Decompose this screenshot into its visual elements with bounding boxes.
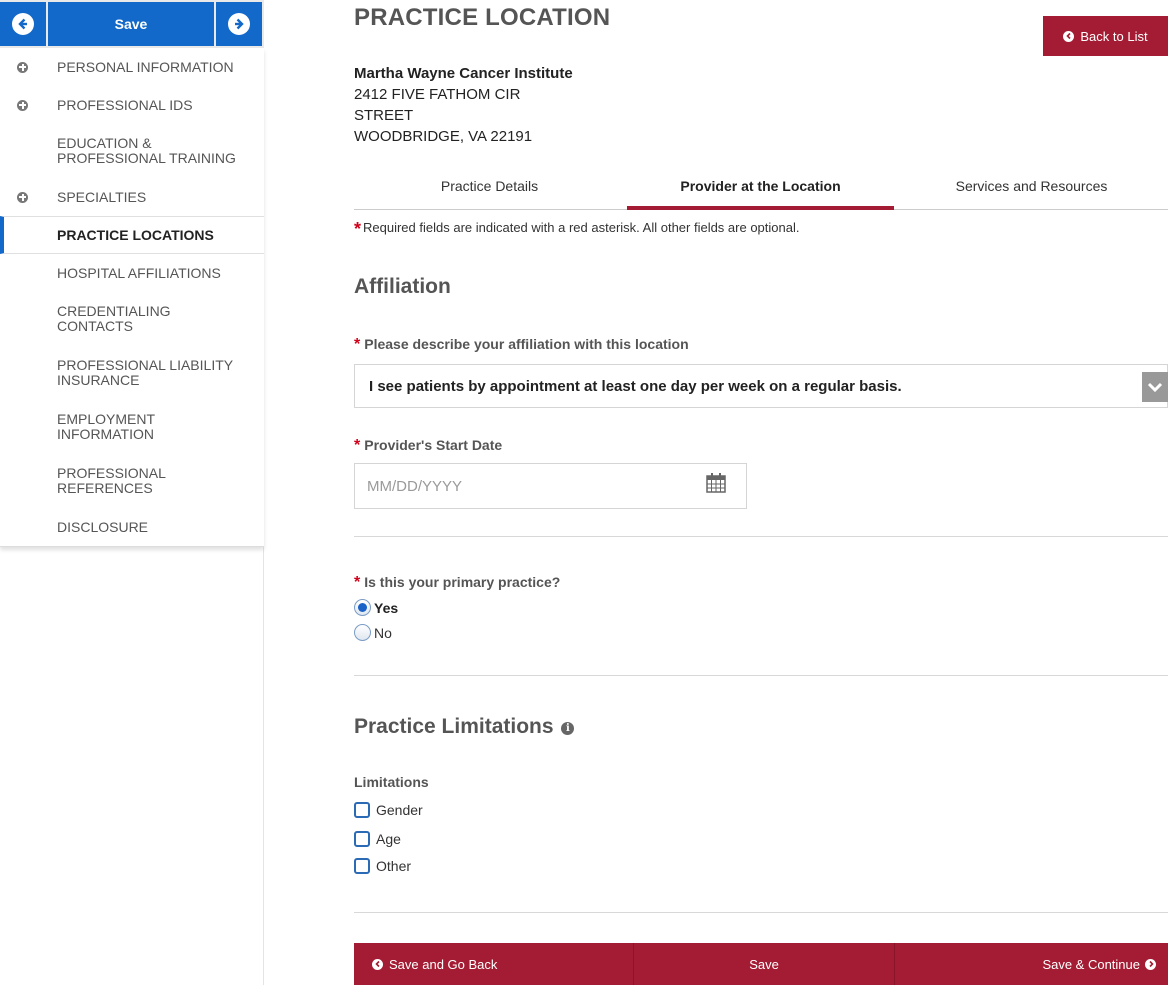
affiliation-select[interactable]: I see patients by appointment at least o… — [354, 364, 1168, 408]
checkbox-label-gender: Gender — [376, 802, 423, 818]
save-and-continue-button[interactable]: Save & Continue — [894, 943, 1168, 985]
affiliation-describe-text: Please describe your affiliation with th… — [364, 336, 689, 352]
checkbox-label-age: Age — [376, 831, 401, 847]
affiliation-section-title: Affiliation — [354, 275, 451, 298]
tab-practice-details[interactable]: Practice Details — [354, 172, 625, 209]
save-and-go-back-label: Save and Go Back — [389, 956, 498, 972]
sidebar: Save PERSONAL INFORMATION PROFESSIONAL I… — [0, 0, 264, 985]
limitations-group-label: Limitations — [354, 774, 429, 790]
practice-limitations-text: Practice Limitations — [354, 715, 554, 738]
sidebar-item-professional-ids[interactable]: PROFESSIONAL IDS — [0, 86, 264, 124]
sidebar-item-label: CREDENTIALING CONTACTS — [57, 303, 171, 334]
back-to-list-button[interactable]: Back to List — [1043, 16, 1168, 56]
required-note-text: Required fields are indicated with a red… — [363, 220, 800, 235]
expand-plus-icon — [17, 191, 28, 203]
required-asterisk: * — [354, 336, 361, 353]
sidebar-item-label: PROFESSIONAL LIABILITY INSURANCE — [57, 357, 233, 388]
tab-services-and-resources[interactable]: Services and Resources — [896, 172, 1167, 209]
radio-unselected[interactable] — [354, 624, 371, 641]
required-asterisk: * — [354, 219, 362, 239]
sidebar-toolbar: Save — [0, 0, 264, 48]
chevron-left-circle-icon — [1063, 30, 1075, 42]
previous-section-button[interactable] — [0, 2, 46, 46]
start-date-label: * Provider's Start Date — [354, 437, 502, 455]
sidebar-item-label: EDUCATION & PROFESSIONAL TRAINING — [57, 135, 236, 166]
sidebar-item-employment-information[interactable]: EMPLOYMENT INFORMATION — [0, 400, 264, 454]
sidebar-item-hospital-affiliations[interactable]: HOSPITAL AFFILIATIONS — [0, 254, 264, 292]
address-line-2: STREET — [354, 107, 414, 124]
sidebar-item-professional-liability[interactable]: PROFESSIONAL LIABILITY INSURANCE — [0, 346, 264, 400]
required-asterisk: * — [354, 574, 361, 591]
address-line-3: WOODBRIDGE, VA 22191 — [354, 128, 533, 145]
info-icon[interactable]: i — [561, 722, 575, 735]
checkbox[interactable] — [354, 802, 370, 818]
limitation-age-checkbox[interactable]: Age — [354, 831, 401, 847]
back-to-list-label: Back to List — [1080, 28, 1148, 44]
affiliation-selected-value: I see patients by appointment at least o… — [369, 377, 902, 395]
section-divider — [354, 912, 1168, 913]
start-date-input[interactable] — [354, 463, 747, 509]
arrow-right-circle-icon — [228, 13, 250, 35]
sidebar-item-practice-locations[interactable]: PRACTICE LOCATIONS — [0, 216, 264, 254]
save-and-continue-label: Save & Continue — [1042, 956, 1141, 972]
primary-practice-label: * Is this your primary practice? — [354, 574, 560, 592]
required-asterisk: * — [354, 437, 361, 454]
location-tabs: Practice Details Provider at the Locatio… — [354, 172, 1168, 210]
form-action-bar: Save and Go Back Save Save & Continue — [354, 943, 1168, 985]
primary-practice-no-radio[interactable]: No — [354, 624, 392, 641]
checkbox[interactable] — [354, 831, 370, 847]
radio-label-yes: Yes — [374, 599, 399, 616]
sidebar-item-label: EMPLOYMENT INFORMATION — [57, 411, 155, 442]
sidebar-item-education[interactable]: EDUCATION & PROFESSIONAL TRAINING — [0, 124, 264, 178]
sidebar-item-personal-information[interactable]: PERSONAL INFORMATION — [0, 48, 264, 86]
tab-provider-at-location[interactable]: Provider at the Location — [625, 172, 896, 210]
radio-label-no: No — [374, 624, 392, 641]
limitation-other-checkbox[interactable]: Other — [354, 858, 411, 874]
expand-plus-icon — [17, 99, 28, 111]
sidebar-item-specialties[interactable]: SPECIALTIES — [0, 178, 264, 216]
location-address: Martha Wayne Cancer Institute 2412 FIVE … — [354, 63, 573, 147]
radio-selected[interactable] — [354, 599, 371, 616]
next-section-button[interactable] — [216, 2, 262, 46]
save-button[interactable]: Save — [632, 943, 895, 985]
save-and-go-back-button[interactable]: Save and Go Back — [354, 943, 633, 985]
location-name: Martha Wayne Cancer Institute — [354, 65, 573, 82]
primary-practice-text: Is this your primary practice? — [364, 574, 561, 590]
sidebar-item-label: SPECIALTIES — [57, 188, 147, 205]
sidebar-item-label: PROFESSIONAL IDS — [57, 96, 193, 113]
section-divider — [354, 536, 1168, 537]
chevron-right-circle-icon — [1145, 958, 1157, 970]
sidebar-item-label: HOSPITAL AFFILIATIONS — [57, 264, 221, 281]
sidebar-item-credentialing-contacts[interactable]: CREDENTIALING CONTACTS — [0, 292, 264, 346]
checkbox[interactable] — [354, 858, 370, 874]
sidebar-item-disclosure[interactable]: DISCLOSURE — [0, 508, 264, 546]
primary-practice-yes-radio[interactable]: Yes — [354, 599, 398, 616]
sidebar-item-label: PERSONAL INFORMATION — [57, 58, 234, 75]
sidebar-item-professional-references[interactable]: PROFESSIONAL REFERENCES — [0, 454, 264, 508]
sidebar-item-label: DISCLOSURE — [57, 518, 149, 535]
chevron-left-circle-icon — [372, 958, 383, 970]
sidebar-item-label: PROFESSIONAL REFERENCES — [57, 465, 166, 496]
section-divider — [354, 675, 1168, 676]
expand-plus-icon — [17, 61, 28, 73]
limitation-gender-checkbox[interactable]: Gender — [354, 802, 423, 818]
address-line-1: 2412 FIVE FATHOM CIR — [354, 86, 521, 103]
affiliation-describe-label: * Please describe your affiliation with t… — [354, 336, 689, 354]
start-date-text: Provider's Start Date — [364, 437, 503, 453]
sidebar-save-button[interactable]: Save — [48, 2, 214, 46]
chevron-down-icon[interactable] — [1142, 372, 1168, 402]
calendar-icon[interactable] — [705, 472, 727, 494]
arrow-left-circle-icon — [12, 13, 34, 35]
required-fields-note: * Required fields are indicated with a re… — [354, 219, 799, 240]
checkbox-label-other: Other — [376, 858, 412, 874]
sidebar-item-label: PRACTICE LOCATIONS — [57, 226, 214, 243]
page-title: PRACTICE LOCATION — [354, 4, 611, 31]
practice-limitations-title: Practice Limitations i — [354, 715, 575, 739]
sidebar-nav-list: PERSONAL INFORMATION PROFESSIONAL IDS ED… — [0, 48, 264, 547]
